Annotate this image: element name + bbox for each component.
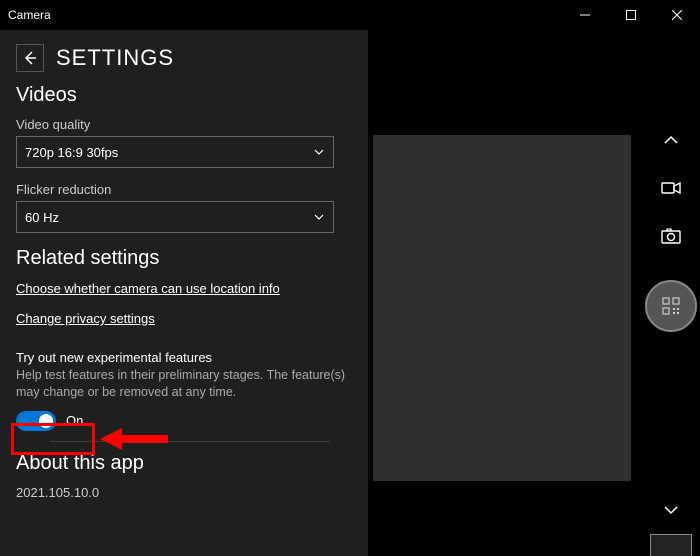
chevron-down-icon <box>662 501 680 519</box>
chevron-down-icon <box>313 211 325 223</box>
app-version: 2021.105.10.0 <box>16 485 352 500</box>
camera-app-window: Camera SETTINGS Videos Video quality <box>0 0 700 556</box>
about-section-header: About this app <box>16 452 352 475</box>
toggle-state-label: On <box>66 413 83 428</box>
window-controls <box>562 0 700 30</box>
related-settings-header: Related settings <box>16 247 352 270</box>
videos-section-header: Videos <box>16 84 352 107</box>
experimental-toggle[interactable] <box>16 411 56 431</box>
last-capture-thumbnail[interactable] <box>650 534 692 556</box>
titlebar: Camera <box>0 0 700 30</box>
right-toolbar <box>642 60 700 556</box>
qr-icon <box>661 296 681 316</box>
experimental-features-title: Try out new experimental features <box>16 350 352 365</box>
experimental-toggle-row: On <box>16 411 352 431</box>
camera-viewfinder <box>373 135 631 481</box>
window-title: Camera <box>8 8 51 22</box>
content-area: SETTINGS Videos Video quality 720p 16:9 … <box>0 30 700 556</box>
video-mode-button[interactable] <box>647 164 695 212</box>
minimize-button[interactable] <box>562 0 608 30</box>
video-quality-value: 720p 16:9 30fps <box>25 145 118 160</box>
settings-panel: SETTINGS Videos Video quality 720p 16:9 … <box>0 30 368 556</box>
chevron-down-button[interactable] <box>647 486 695 534</box>
divider <box>50 441 330 442</box>
camera-icon <box>660 225 682 247</box>
location-settings-link[interactable]: Choose whether camera can use location i… <box>16 281 280 296</box>
video-camera-icon <box>660 177 682 199</box>
flicker-reduction-label: Flicker reduction <box>16 182 352 197</box>
chevron-down-icon <box>313 146 325 158</box>
chevron-up-button[interactable] <box>647 116 695 164</box>
video-quality-label: Video quality <box>16 117 352 132</box>
flicker-reduction-select[interactable]: 60 Hz <box>16 201 334 233</box>
maximize-button[interactable] <box>608 0 654 30</box>
experimental-features-desc: Help test features in their preliminary … <box>16 367 352 401</box>
photo-mode-button[interactable] <box>647 212 695 260</box>
toggle-knob <box>39 414 53 428</box>
back-button[interactable] <box>16 44 44 72</box>
chevron-up-icon <box>662 131 680 149</box>
settings-title: SETTINGS <box>56 45 174 71</box>
video-quality-select[interactable]: 720p 16:9 30fps <box>16 136 334 168</box>
close-button[interactable] <box>654 0 700 30</box>
privacy-settings-link[interactable]: Change privacy settings <box>16 311 155 326</box>
settings-header: SETTINGS <box>16 38 352 78</box>
back-arrow-icon <box>22 50 38 66</box>
capture-button[interactable] <box>645 280 697 332</box>
flicker-reduction-value: 60 Hz <box>25 210 59 225</box>
